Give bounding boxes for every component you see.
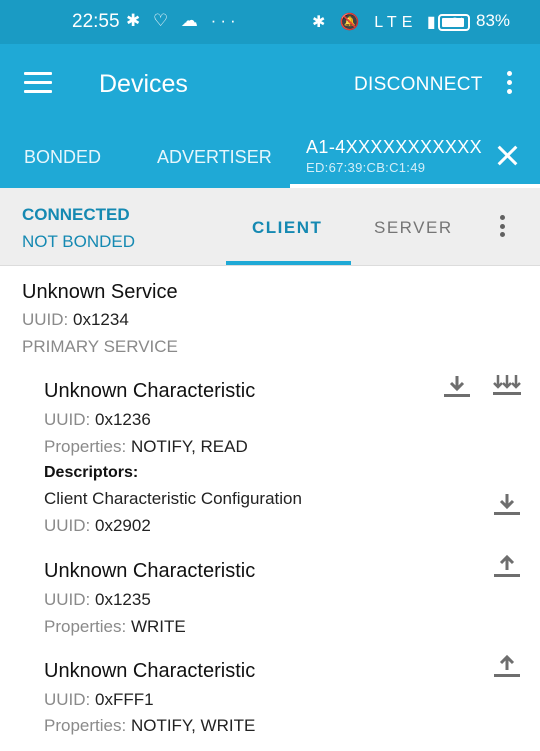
characteristic-name[interactable]: Unknown Characteristic bbox=[44, 380, 255, 403]
service-uuid-value: 0x1234 bbox=[73, 310, 129, 329]
descriptor-uuid: UUID: 0x2902 bbox=[44, 516, 151, 535]
tab-bonded[interactable]: BONDED bbox=[24, 147, 101, 168]
connection-bar: CONNECTED NOT BONDED CLIENT SERVER bbox=[0, 188, 540, 266]
read-icon[interactable] bbox=[492, 489, 522, 519]
characteristic-name[interactable]: Unknown Characteristic bbox=[44, 560, 255, 583]
write-icon[interactable] bbox=[492, 551, 522, 581]
device-tabs: BONDED ADVERTISER A1-4XXXXXXXXXXX ED:67:… bbox=[0, 124, 540, 188]
read-icon[interactable] bbox=[442, 371, 472, 401]
service-uuid: UUID: 0x1234 bbox=[22, 310, 129, 330]
disconnect-button[interactable]: DISCONNECT bbox=[354, 74, 483, 96]
close-icon[interactable] bbox=[496, 144, 518, 166]
service-name[interactable]: Unknown Service bbox=[22, 281, 178, 304]
device-mac-address: ED:67:39:CB:C1:49 bbox=[306, 160, 426, 175]
page-title: Devices bbox=[99, 70, 188, 98]
more-vert-icon[interactable] bbox=[497, 215, 507, 239]
more-vert-icon[interactable] bbox=[504, 71, 514, 97]
notification-icons: ✱ ♡ ☁ ··· bbox=[126, 11, 240, 30]
notify-icon[interactable] bbox=[492, 371, 522, 401]
characteristic-properties: Properties: NOTIFY, READ bbox=[44, 437, 248, 456]
characteristic-properties: Properties: WRITE bbox=[44, 617, 186, 636]
service-type: PRIMARY SERVICE bbox=[22, 337, 178, 356]
tab-advertiser[interactable]: ADVERTISER bbox=[157, 147, 272, 168]
status-time: 22:55 bbox=[72, 11, 120, 32]
tab-connected-device[interactable]: A1-4XXXXXXXXXXX ED:67:39:CB:C1:49 bbox=[306, 137, 482, 175]
battery-icon bbox=[438, 14, 470, 31]
descriptor-name[interactable]: Client Characteristic Configuration bbox=[44, 489, 302, 509]
bond-state: NOT BONDED bbox=[22, 232, 136, 251]
menu-icon[interactable] bbox=[24, 72, 52, 94]
tab-server[interactable]: SERVER bbox=[374, 218, 453, 238]
battery-percent: 83% bbox=[476, 11, 511, 30]
characteristic-uuid: UUID: 0xFFF1 bbox=[44, 690, 154, 709]
characteristic-uuid: UUID: 0x1236 bbox=[44, 410, 151, 429]
characteristic-properties: Properties: NOTIFY, WRITE bbox=[44, 716, 256, 735]
tab-client[interactable]: CLIENT bbox=[252, 218, 322, 238]
app-bar: Devices DISCONNECT bbox=[0, 44, 540, 124]
status-bar: 22:55 ✱ ♡ ☁ ··· ✱ 🔕 LTE ▮ ≋ 83% bbox=[0, 0, 540, 44]
write-icon[interactable] bbox=[492, 651, 522, 681]
service-uuid-label: UUID: bbox=[22, 310, 69, 329]
characteristic-uuid: UUID: 0x1235 bbox=[44, 590, 151, 609]
device-name: A1-4XXXXXXXXXXX bbox=[306, 137, 483, 157]
connection-state: CONNECTED bbox=[22, 205, 130, 224]
descriptors-header: Descriptors: bbox=[44, 464, 139, 481]
characteristic-name[interactable]: Unknown Characteristic bbox=[44, 660, 255, 683]
client-tab-indicator bbox=[226, 261, 351, 265]
